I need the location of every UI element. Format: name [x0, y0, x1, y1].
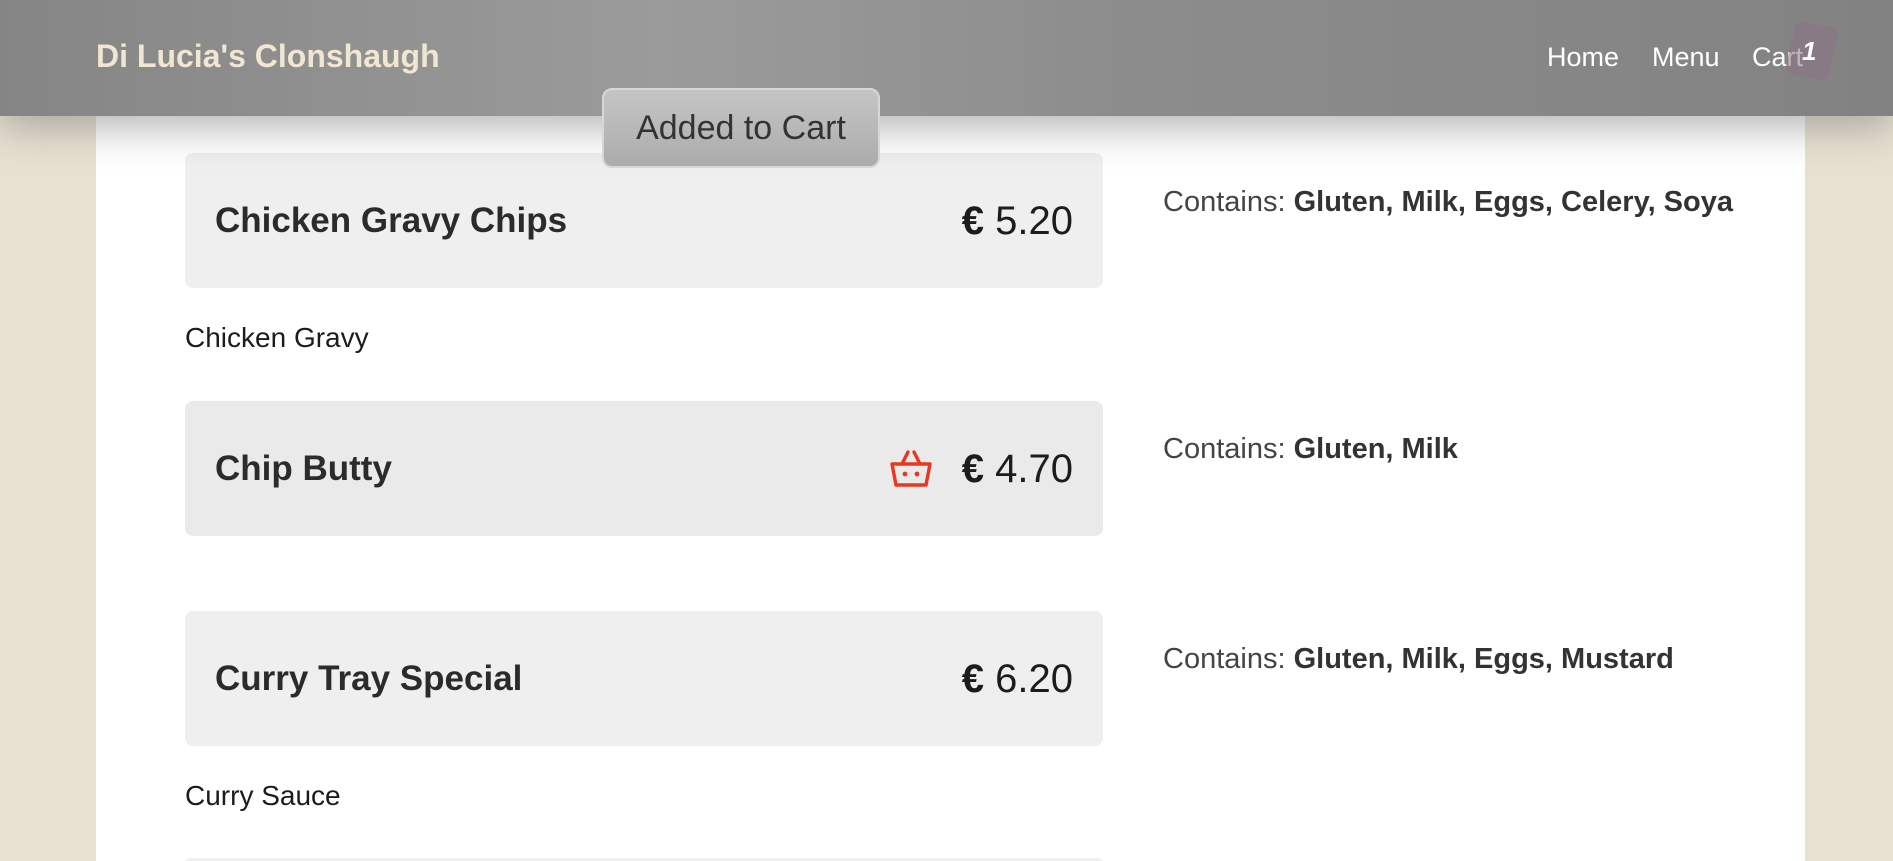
currency-symbol: €	[961, 657, 985, 701]
item-name: Chicken Gravy Chips	[215, 201, 568, 240]
brand-logo[interactable]: Di Lucia's Clonshaugh	[96, 38, 440, 75]
navbar: Di Lucia's Clonshaugh Home Menu Cart 1	[0, 0, 1893, 116]
added-to-cart-toast: Added to Cart	[602, 88, 880, 168]
allergens-list: Gluten, Milk, Eggs, Celery, Soya	[1293, 186, 1733, 218]
item-description: Curry Sauce	[185, 780, 341, 811]
item-name: Curry Tray Special	[215, 659, 523, 698]
item-allergens: Contains: Gluten, Milk, Eggs, Celery, So…	[1163, 186, 1733, 219]
item-price: € 4.70	[962, 447, 1073, 492]
cart-count: 1	[1802, 36, 1817, 66]
item-name: Chip Butty	[215, 449, 392, 488]
price-value: 4.70	[995, 447, 1073, 491]
item-allergens: Contains: Gluten, Milk, Eggs, Mustard	[1163, 643, 1674, 676]
item-price: € 5.20	[962, 199, 1073, 244]
nav-link-home[interactable]: Home	[1547, 42, 1619, 73]
currency-symbol: €	[961, 447, 985, 491]
basket-icon[interactable]	[889, 449, 933, 489]
allergens-label: Contains:	[1163, 433, 1286, 465]
item-price: € 6.20	[962, 657, 1073, 702]
allergens-list: Gluten, Milk	[1293, 433, 1458, 465]
item-allergens: Contains: Gluten, Milk	[1163, 433, 1458, 466]
allergens-label: Contains:	[1163, 186, 1286, 218]
nav-link-menu[interactable]: Menu	[1652, 42, 1720, 73]
menu-item-card[interactable]: Curry Tray Special € 6.20	[185, 611, 1103, 746]
menu-item-card[interactable]: Chicken Gravy Chips € 5.20	[185, 153, 1103, 288]
currency-symbol: €	[961, 199, 985, 243]
item-description: Chicken Gravy	[185, 322, 369, 353]
menu-item-card[interactable]: Chip Butty € 4.70	[185, 401, 1103, 536]
allergens-list: Gluten, Milk, Eggs, Mustard	[1293, 643, 1674, 675]
price-value: 5.20	[995, 199, 1073, 243]
price-value: 6.20	[995, 657, 1073, 701]
allergens-label: Contains:	[1163, 643, 1286, 675]
